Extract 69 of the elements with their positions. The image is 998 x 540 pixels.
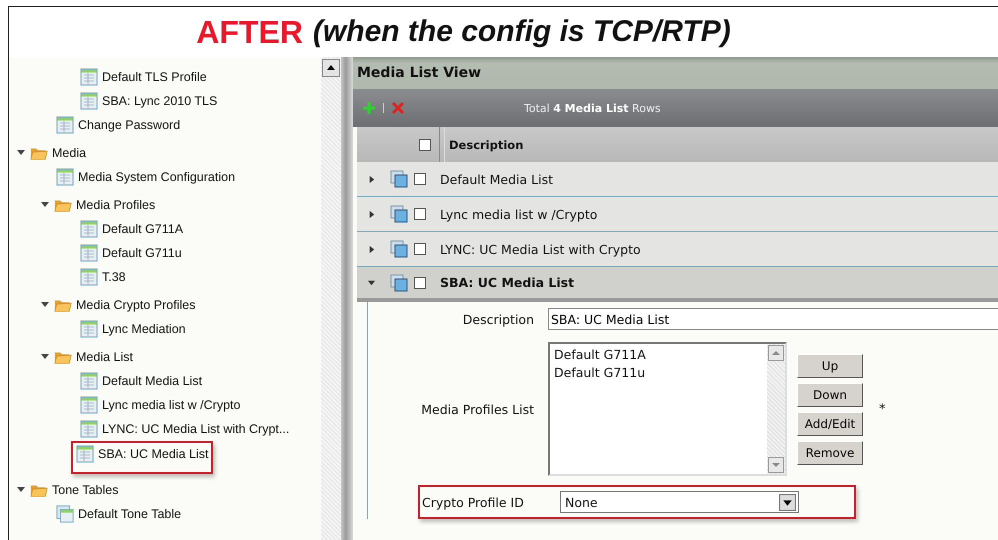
tree-item[interactable]: Default Tone Table xyxy=(51,501,186,527)
banner-caption: (when the config is TCP/RTP) xyxy=(312,15,731,49)
list-button[interactable]: Remove xyxy=(797,440,863,464)
list-item[interactable]: Default G711A xyxy=(554,346,763,364)
row-count: Total 4 Media List Rows xyxy=(524,102,661,114)
scroll-down-icon[interactable] xyxy=(768,457,784,473)
tree-item[interactable]: Default Media List xyxy=(75,368,208,394)
table-icon xyxy=(80,268,98,286)
table-cell: Lync media list w /Crypto xyxy=(440,206,598,222)
select-all-checkbox[interactable] xyxy=(419,138,431,150)
description-field[interactable]: SBA: UC Media List xyxy=(548,308,998,330)
crypto-profile-dropdown[interactable]: None xyxy=(560,491,799,513)
table-cell: LYNC: UC Media List with Crypto xyxy=(440,242,641,256)
row-checkbox[interactable] xyxy=(414,208,426,220)
tree-item[interactable]: Default TLS Profile xyxy=(75,64,212,90)
tree-item[interactable]: Tone Tables xyxy=(11,477,124,503)
list-button[interactable]: Up xyxy=(797,354,863,378)
table-icon xyxy=(80,68,98,86)
tree-item[interactable]: Media System Configuration xyxy=(51,164,240,190)
tree-item[interactable]: Media Crypto Profiles xyxy=(35,292,200,318)
tree-item[interactable]: Default G711A xyxy=(75,216,188,242)
expand-icon[interactable] xyxy=(367,244,376,254)
table-icon xyxy=(80,244,98,262)
tree-item[interactable]: T.38 xyxy=(75,264,131,290)
tree-item[interactable]: Lync Mediation xyxy=(75,316,191,342)
table-icon xyxy=(76,445,94,463)
tree-item[interactable]: Media xyxy=(11,140,92,166)
copy-icon[interactable] xyxy=(390,205,408,223)
table-icon xyxy=(56,168,74,186)
table-icon xyxy=(80,220,98,238)
tables-icon xyxy=(56,505,74,523)
table-icon xyxy=(80,372,98,390)
profiles-listbox[interactable]: Default G711A Default G711u xyxy=(548,342,787,476)
column-header: Description xyxy=(449,138,524,152)
list-button[interactable]: Add/Edit xyxy=(797,412,863,436)
field-label: Media Profiles List xyxy=(420,402,535,416)
banner-emphasis: AFTER xyxy=(196,14,303,50)
table-icon xyxy=(56,116,74,134)
tree-item[interactable]: LYNC: UC Media List with Crypt... xyxy=(75,416,294,442)
table-cell: Default Media List xyxy=(440,172,554,186)
table-icon xyxy=(80,320,98,338)
scrollbar[interactable] xyxy=(321,57,341,540)
expand-icon[interactable] xyxy=(367,278,376,287)
row-checkbox[interactable] xyxy=(414,173,426,185)
table-icon xyxy=(80,420,98,438)
list-button[interactable]: Down xyxy=(797,382,863,406)
tree-item[interactable]: Media List xyxy=(35,344,138,370)
copy-icon[interactable] xyxy=(390,274,408,292)
tree-item[interactable]: Default G711u xyxy=(75,240,187,266)
expand-icon[interactable] xyxy=(367,210,376,218)
field-label: Description xyxy=(462,312,535,326)
table-icon xyxy=(80,92,98,110)
field-label: Crypto Profile ID xyxy=(421,494,525,510)
scroll-up-icon[interactable] xyxy=(322,59,340,77)
copy-icon[interactable] xyxy=(390,240,408,258)
tree-item[interactable]: Media Profiles xyxy=(35,192,160,218)
row-checkbox[interactable] xyxy=(414,276,426,288)
tree-item[interactable]: SBA: UC Media List xyxy=(71,441,214,474)
row-checkbox[interactable] xyxy=(414,243,426,255)
table-cell: SBA: UC Media List xyxy=(440,275,574,290)
required-mark: * xyxy=(879,402,886,416)
tree-item[interactable]: SBA: Lync 2010 TLS xyxy=(75,88,222,114)
tree-item[interactable]: Lync media list w /Crypto xyxy=(75,392,246,418)
tree-item[interactable]: Change Password xyxy=(51,112,186,138)
table-icon xyxy=(80,396,98,414)
expand-icon[interactable] xyxy=(367,174,376,184)
panel-title: Media List View xyxy=(353,57,998,89)
copy-icon[interactable] xyxy=(390,170,408,188)
list-item[interactable]: Default G711u xyxy=(554,364,763,382)
